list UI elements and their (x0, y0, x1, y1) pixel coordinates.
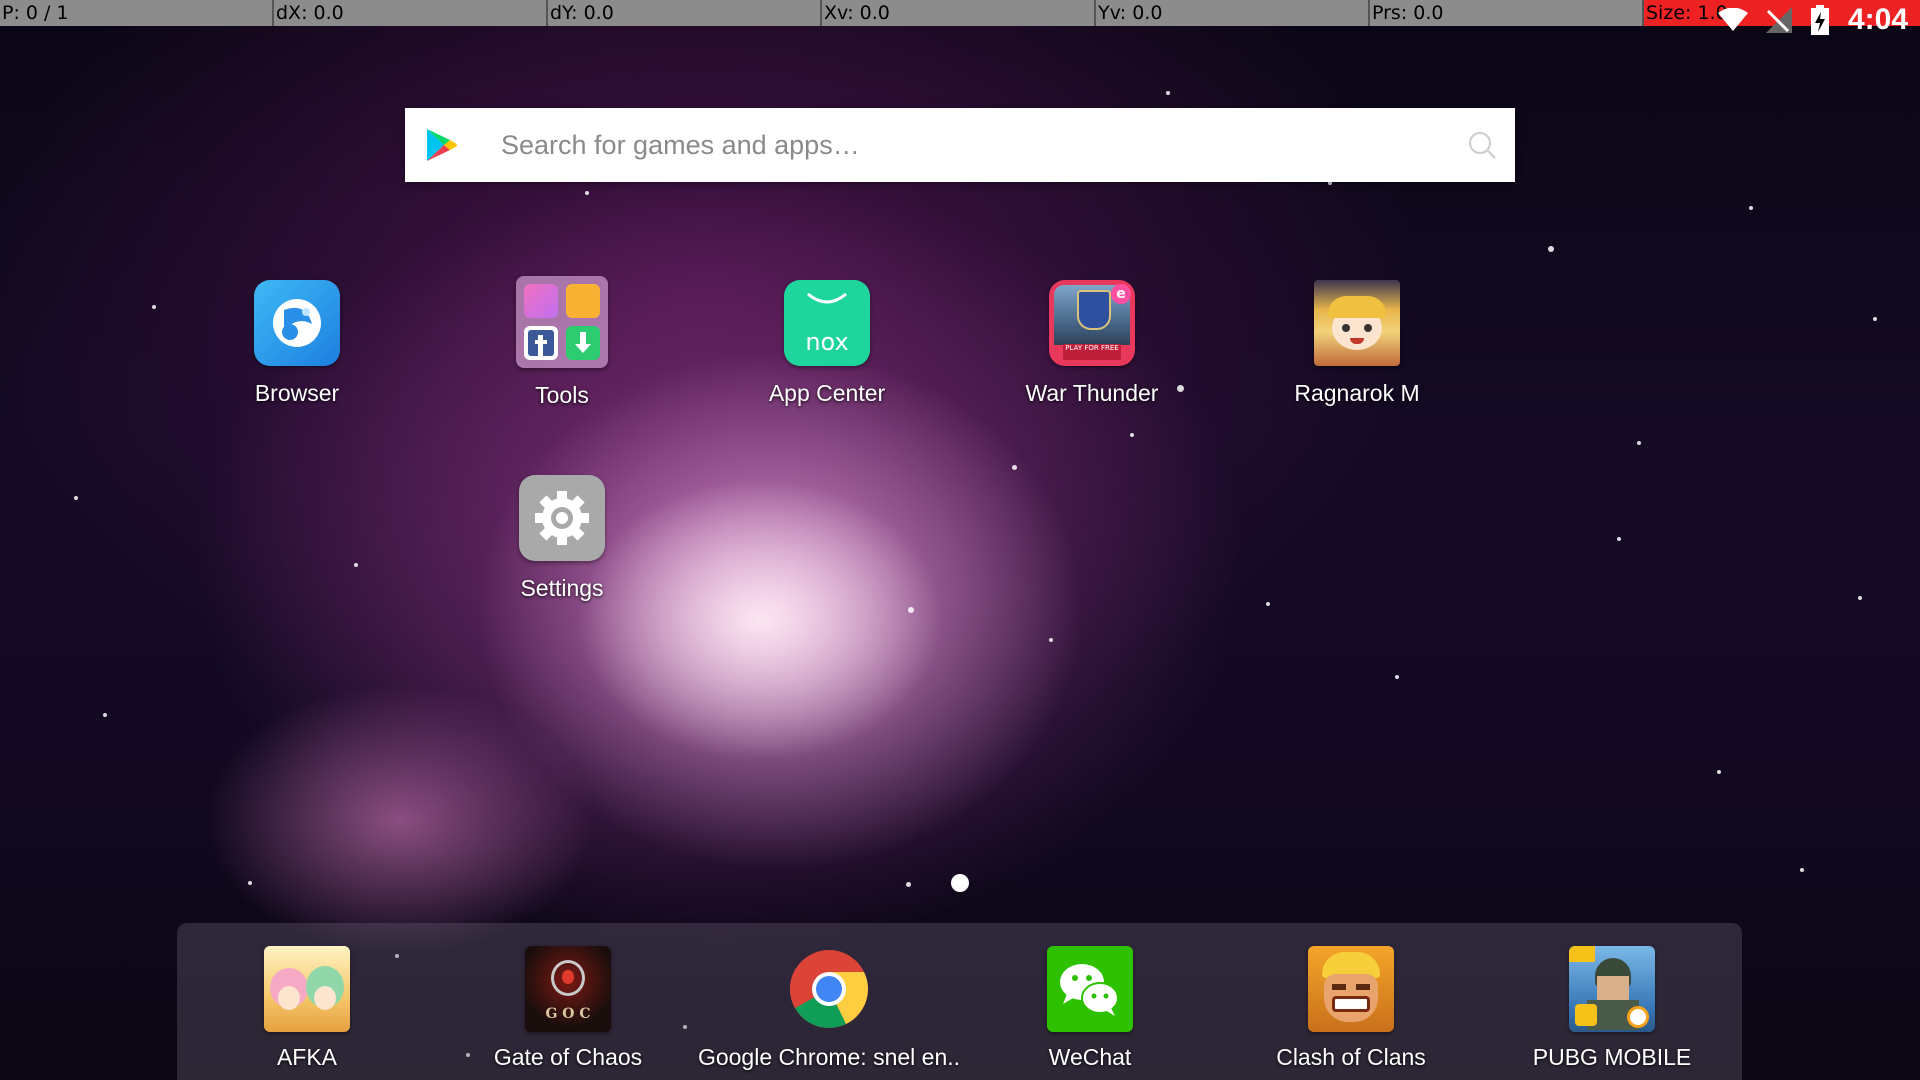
pointer-xv: Xv: 0.0 (822, 0, 1096, 26)
play-for-free-badge: PLAY FOR FREE (1063, 344, 1121, 360)
tools-folder-icon (516, 276, 608, 368)
star (1873, 317, 1877, 321)
app-label: Clash of Clans (1276, 1044, 1426, 1070)
search-icon[interactable] (1467, 130, 1497, 160)
app-settings[interactable]: Settings (452, 475, 672, 602)
e-badge-icon: e (1111, 284, 1131, 304)
star (354, 563, 358, 567)
star (1395, 675, 1399, 679)
star (1012, 465, 1017, 470)
app-label: Browser (254, 380, 340, 406)
ragnarok-m-icon (1314, 280, 1400, 366)
app-browser[interactable]: Browser (187, 280, 407, 407)
status-bar: 4:04 (1717, 0, 1908, 40)
dock-app-google-chrome[interactable]: Google Chrome: snel en.. (698, 946, 960, 1071)
pointer-pressure: Prs: 0.0 (1370, 0, 1644, 26)
chrome-logo-badge-icon (1627, 1006, 1649, 1028)
dock-app-afka[interactable]: AFKA (197, 946, 417, 1071)
nox-app-center-icon: nox (784, 280, 870, 366)
chrome-icon (786, 946, 872, 1032)
facebook-icon (524, 326, 558, 360)
status-clock: 4:04 (1847, 3, 1908, 36)
app-label: Tools (535, 382, 589, 408)
app-label: App Center (768, 380, 886, 406)
downloader-icon (566, 326, 600, 360)
pointer-location-bar: P: 0 / 1 dX: 0.0 dY: 0.0 Xv: 0.0 Yv: 0.0… (0, 0, 1920, 26)
pubg-mobile-icon (1569, 946, 1655, 1032)
android-home-screen: P: 0 / 1 dX: 0.0 dY: 0.0 Xv: 0.0 Yv: 0.0… (0, 0, 1920, 1080)
signal-icon (1765, 7, 1792, 33)
pointer-count: P: 0 / 1 (0, 0, 274, 26)
wechat-icon (1047, 946, 1133, 1032)
star (1617, 537, 1621, 541)
star (1800, 868, 1804, 872)
star (1266, 602, 1270, 606)
star (1717, 770, 1721, 774)
star (1130, 433, 1134, 437)
app-app-center[interactable]: nox App Center (717, 280, 937, 407)
star (248, 881, 252, 885)
app-label: Settings (520, 575, 604, 601)
wifi-icon (1717, 8, 1748, 31)
dock-app-pubg-mobile[interactable]: PUBG MOBILE (1502, 946, 1722, 1071)
app-label: AFKA (276, 1044, 338, 1070)
star (1858, 596, 1862, 600)
star (906, 882, 911, 887)
star (585, 191, 589, 195)
pointer-dy: dY: 0.0 (548, 0, 822, 26)
gallery-icon (524, 284, 558, 318)
dock-app-clash-of-clans[interactable]: Clash of Clans (1241, 946, 1461, 1071)
war-thunder-icon: e PLAY FOR FREE (1049, 280, 1135, 366)
svg-text:nox: nox (805, 328, 848, 356)
google-play-icon (427, 129, 457, 161)
gate-of-chaos-icon: G O C (525, 946, 611, 1032)
goc-badge: G O C (545, 1006, 591, 1022)
search-bar[interactable] (405, 108, 1515, 182)
app-label: Google Chrome: snel en.. (697, 1044, 961, 1070)
file-manager-icon (566, 284, 600, 318)
dock-app-gate-of-chaos[interactable]: G O C Gate of Chaos (458, 946, 678, 1071)
star (1749, 206, 1753, 210)
star (1049, 638, 1053, 642)
app-label: PUBG MOBILE (1532, 1044, 1692, 1070)
afka-icon (264, 946, 350, 1032)
search-input[interactable] (499, 128, 1467, 162)
clash-of-clans-icon (1308, 946, 1394, 1032)
star (74, 496, 78, 500)
star (1548, 246, 1554, 252)
app-label: Gate of Chaos (493, 1044, 643, 1070)
app-label: Ragnarok M (1294, 380, 1420, 406)
page-indicator-dot[interactable] (951, 874, 969, 892)
app-label: War Thunder (1025, 380, 1159, 406)
star (1637, 441, 1641, 445)
pointer-yv: Yv: 0.0 (1096, 0, 1370, 26)
app-tools-folder[interactable]: Tools (452, 276, 672, 409)
browser-icon (254, 280, 340, 366)
app-war-thunder[interactable]: e PLAY FOR FREE War Thunder (982, 280, 1202, 407)
first-badge-icon (1575, 1004, 1597, 1026)
star (1166, 91, 1170, 95)
pointer-dx: dX: 0.0 (274, 0, 548, 26)
battery-charging-icon (1810, 5, 1829, 35)
star (908, 607, 914, 613)
app-label: WeChat (1048, 1044, 1132, 1070)
settings-gear-icon (519, 475, 605, 561)
star (152, 305, 156, 309)
app-ragnarok-m[interactable]: Ragnarok M (1247, 280, 1467, 407)
dock-app-wechat[interactable]: WeChat (980, 946, 1200, 1071)
pubg-badge-icon (1569, 946, 1595, 962)
star (103, 713, 107, 717)
